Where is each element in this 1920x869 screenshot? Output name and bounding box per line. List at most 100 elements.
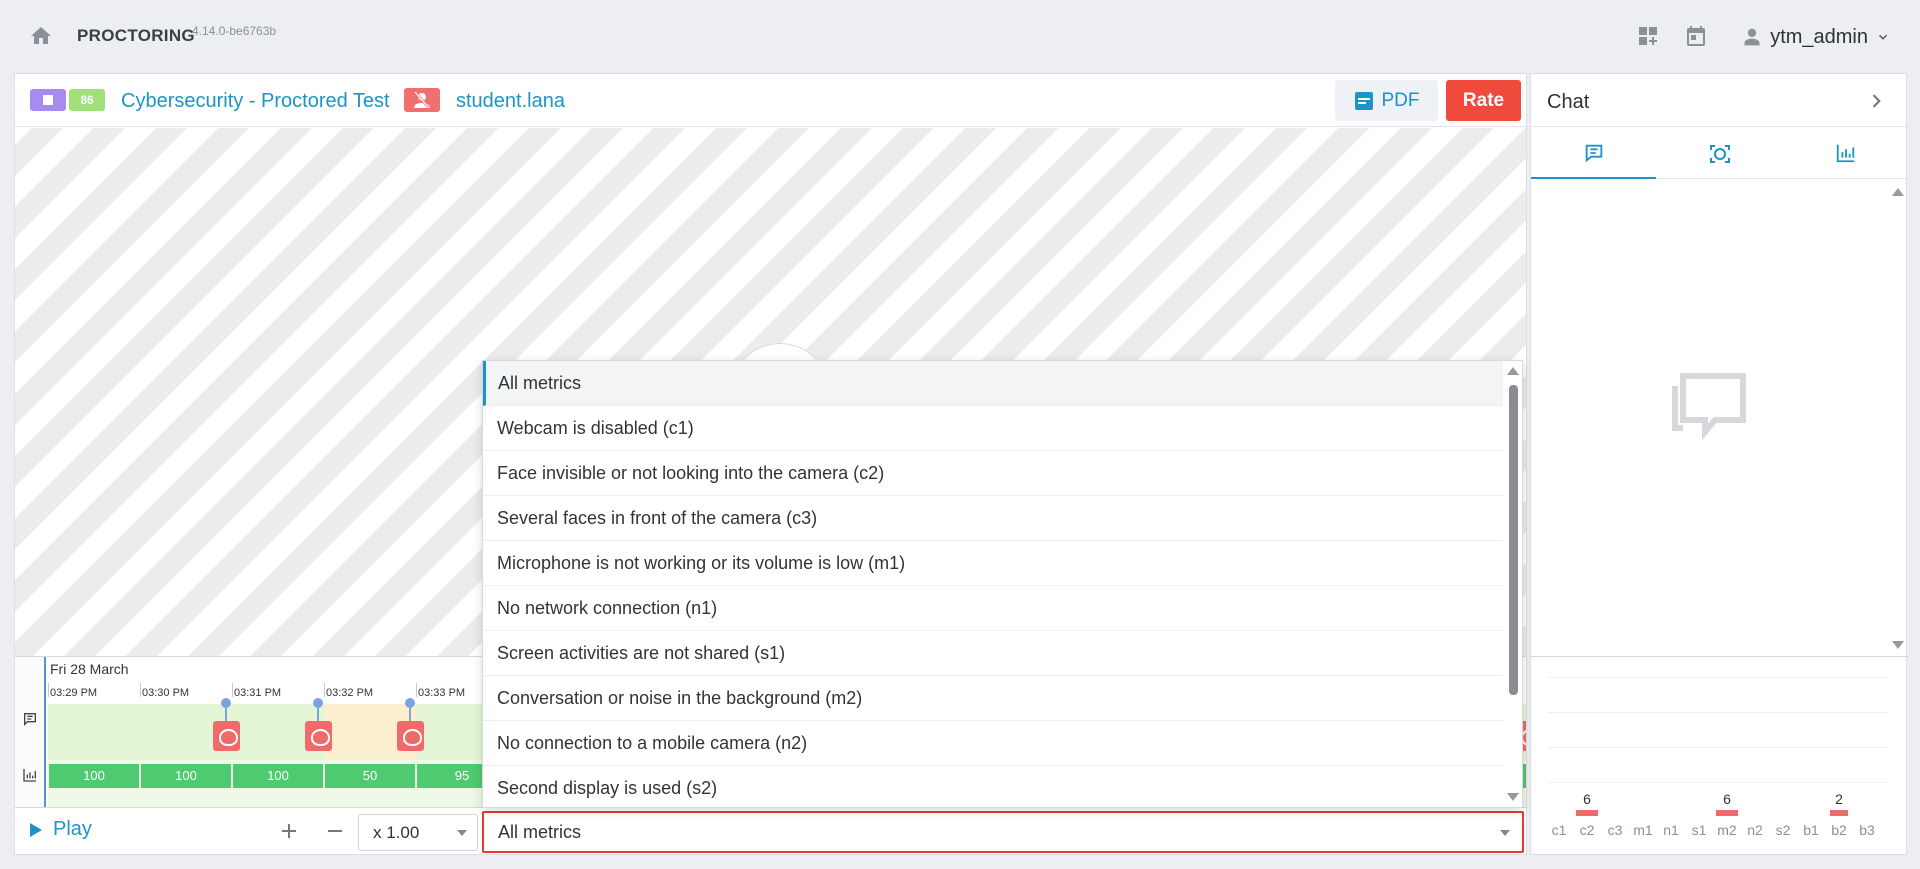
calendar-icon[interactable]: [1684, 24, 1708, 48]
chat-area[interactable]: [1531, 180, 1908, 655]
app-version: 4.14.0-be6763b: [192, 24, 277, 38]
user-off-icon: [414, 91, 430, 109]
test-title-link[interactable]: Cybersecurity - Proctored Test: [121, 90, 390, 113]
pdf-label: PDF: [1381, 89, 1420, 111]
metrics-dropdown[interactable]: All metrics Webcam is disabled (c1) Face…: [482, 360, 1523, 808]
chart-tick-label: n1: [1663, 822, 1679, 838]
play-icon: [30, 822, 42, 837]
scroll-up-icon[interactable]: [1892, 188, 1904, 196]
metrics-chart: c1 c2 6 c3 m1 n1 s1 m2 6 n2 s2 b1 b2 2 b3: [1531, 656, 1908, 855]
chart-gridline: [1547, 677, 1887, 678]
score-cell: 100: [49, 764, 139, 788]
speed-value: x 1.00: [373, 823, 420, 842]
dropdown-option[interactable]: Microphone is not working or its volume …: [483, 541, 1503, 586]
chart-tick-label: c2: [1579, 822, 1595, 838]
playback-controls: Play x 1.00 All metrics: [15, 807, 1526, 854]
play-button[interactable]: Play: [29, 818, 92, 841]
dropdown-option[interactable]: No connection to a mobile camera (n2): [483, 721, 1503, 766]
timeline-tick: [232, 683, 233, 697]
scroll-down-icon[interactable]: [1507, 793, 1519, 801]
chart-data-label: 6: [1723, 791, 1731, 807]
chart-tick-label: s1: [1691, 822, 1707, 838]
timeline-pin: [221, 698, 231, 722]
chart-data-label: 2: [1835, 791, 1843, 807]
score-badge: 86: [69, 89, 105, 111]
metrics-selected-value: All metrics: [498, 822, 582, 842]
face-violation-icon[interactable]: [213, 721, 240, 751]
bar-chart-icon: [1836, 144, 1854, 163]
chart-tick-label: m1: [1633, 822, 1653, 838]
timeline-tick: [48, 683, 49, 697]
timeline-tick: [324, 683, 325, 697]
timeline-side: [15, 657, 46, 807]
chart-bar: [1716, 810, 1738, 816]
dropdown-option[interactable]: Several faces in front of the camera (c3…: [483, 496, 1503, 541]
user-icon: [1744, 28, 1760, 46]
chevron-down-icon: [1500, 830, 1510, 836]
user-menu[interactable]: ytm_admin: [1742, 20, 1890, 54]
face-scan-icon: [1709, 145, 1730, 163]
chart-tick-label: b3: [1859, 822, 1875, 838]
chart-data-label: 6: [1583, 791, 1591, 807]
score-cell: 50: [325, 764, 415, 788]
side-panel: Chat c1 c2 6 c3 m1 n1 s1 m2 6 n2 s2 b1 b2 2 b3: [1530, 73, 1908, 855]
scroll-down-icon[interactable]: [1892, 641, 1904, 649]
timeline-tick: [416, 683, 417, 697]
pdf-button[interactable]: PDF: [1335, 80, 1438, 121]
chart-gridline: [1547, 747, 1887, 748]
tab-violations[interactable]: [1657, 128, 1782, 179]
dropdown-option[interactable]: Conversation or noise in the background …: [483, 676, 1503, 721]
session-header: 86 Cybersecurity - Proctored Test studen…: [15, 74, 1526, 127]
dropdown-option[interactable]: Second display is used (s2): [483, 766, 1503, 807]
play-label: Play: [53, 818, 92, 840]
zoom-in-icon[interactable]: [277, 819, 301, 843]
student-link[interactable]: student.lana: [456, 90, 565, 113]
user-blocked-badge: [404, 88, 440, 112]
zoom-out-icon[interactable]: [323, 819, 347, 843]
status-badge: [30, 89, 66, 111]
chart-bar: [1576, 810, 1598, 816]
user-name: ytm_admin: [1770, 25, 1868, 48]
dropdown-option[interactable]: No network connection (n1): [483, 586, 1503, 631]
tab-chat[interactable]: [1531, 128, 1656, 179]
chart-tick-label: b1: [1803, 822, 1819, 838]
dropdown-scrollbar[interactable]: [1508, 381, 1518, 789]
chart-tick-label: c1: [1551, 822, 1567, 838]
timeline-pin: [313, 698, 323, 722]
chart-bar: [1830, 810, 1848, 816]
metrics-select[interactable]: All metrics: [482, 811, 1524, 853]
bar-chart-icon[interactable]: [22, 767, 38, 783]
dropdown-option[interactable]: Screen activities are not shared (s1): [483, 631, 1503, 676]
chevron-right-icon[interactable]: [1866, 91, 1886, 111]
rate-button[interactable]: Rate: [1446, 80, 1521, 121]
score-cell: 100: [141, 764, 231, 788]
chart-tick-label: s2: [1775, 822, 1791, 838]
timeline-pin: [405, 698, 415, 722]
dropdown-option[interactable]: Webcam is disabled (c1): [483, 406, 1503, 451]
dropdown-option[interactable]: All metrics: [483, 361, 1503, 406]
chevron-down-icon: [1878, 34, 1888, 40]
chart-tick-label: c3: [1607, 822, 1623, 838]
empty-chat-icon: [1672, 373, 1746, 441]
chart-gridline: [1547, 712, 1887, 713]
side-header: Chat: [1531, 74, 1906, 127]
top-bar: PROCTORING 4.14.0-be6763b ytm_admin: [0, 0, 1920, 73]
tab-metrics[interactable]: [1783, 128, 1908, 179]
chart-gridline: [1547, 782, 1887, 783]
chart-tick-label: b2: [1831, 822, 1847, 838]
chat-icon: [1585, 144, 1602, 163]
scrollbar-thumb[interactable]: [1509, 385, 1518, 695]
chart-tick-label: m2: [1717, 822, 1737, 838]
dashboard-add-icon[interactable]: [1636, 24, 1660, 48]
score-cell: 100: [233, 764, 323, 788]
speed-select[interactable]: x 1.00: [358, 814, 478, 851]
side-title: Chat: [1547, 91, 1590, 113]
scroll-up-icon[interactable]: [1507, 367, 1519, 375]
pdf-icon: [1354, 91, 1373, 110]
face-violation-icon[interactable]: [397, 721, 424, 751]
home-icon[interactable]: [28, 24, 54, 48]
face-violation-icon[interactable]: [305, 721, 332, 751]
chat-icon[interactable]: [22, 711, 38, 727]
dropdown-option[interactable]: Face invisible or not looking into the c…: [483, 451, 1503, 496]
app-title: PROCTORING: [77, 26, 195, 45]
